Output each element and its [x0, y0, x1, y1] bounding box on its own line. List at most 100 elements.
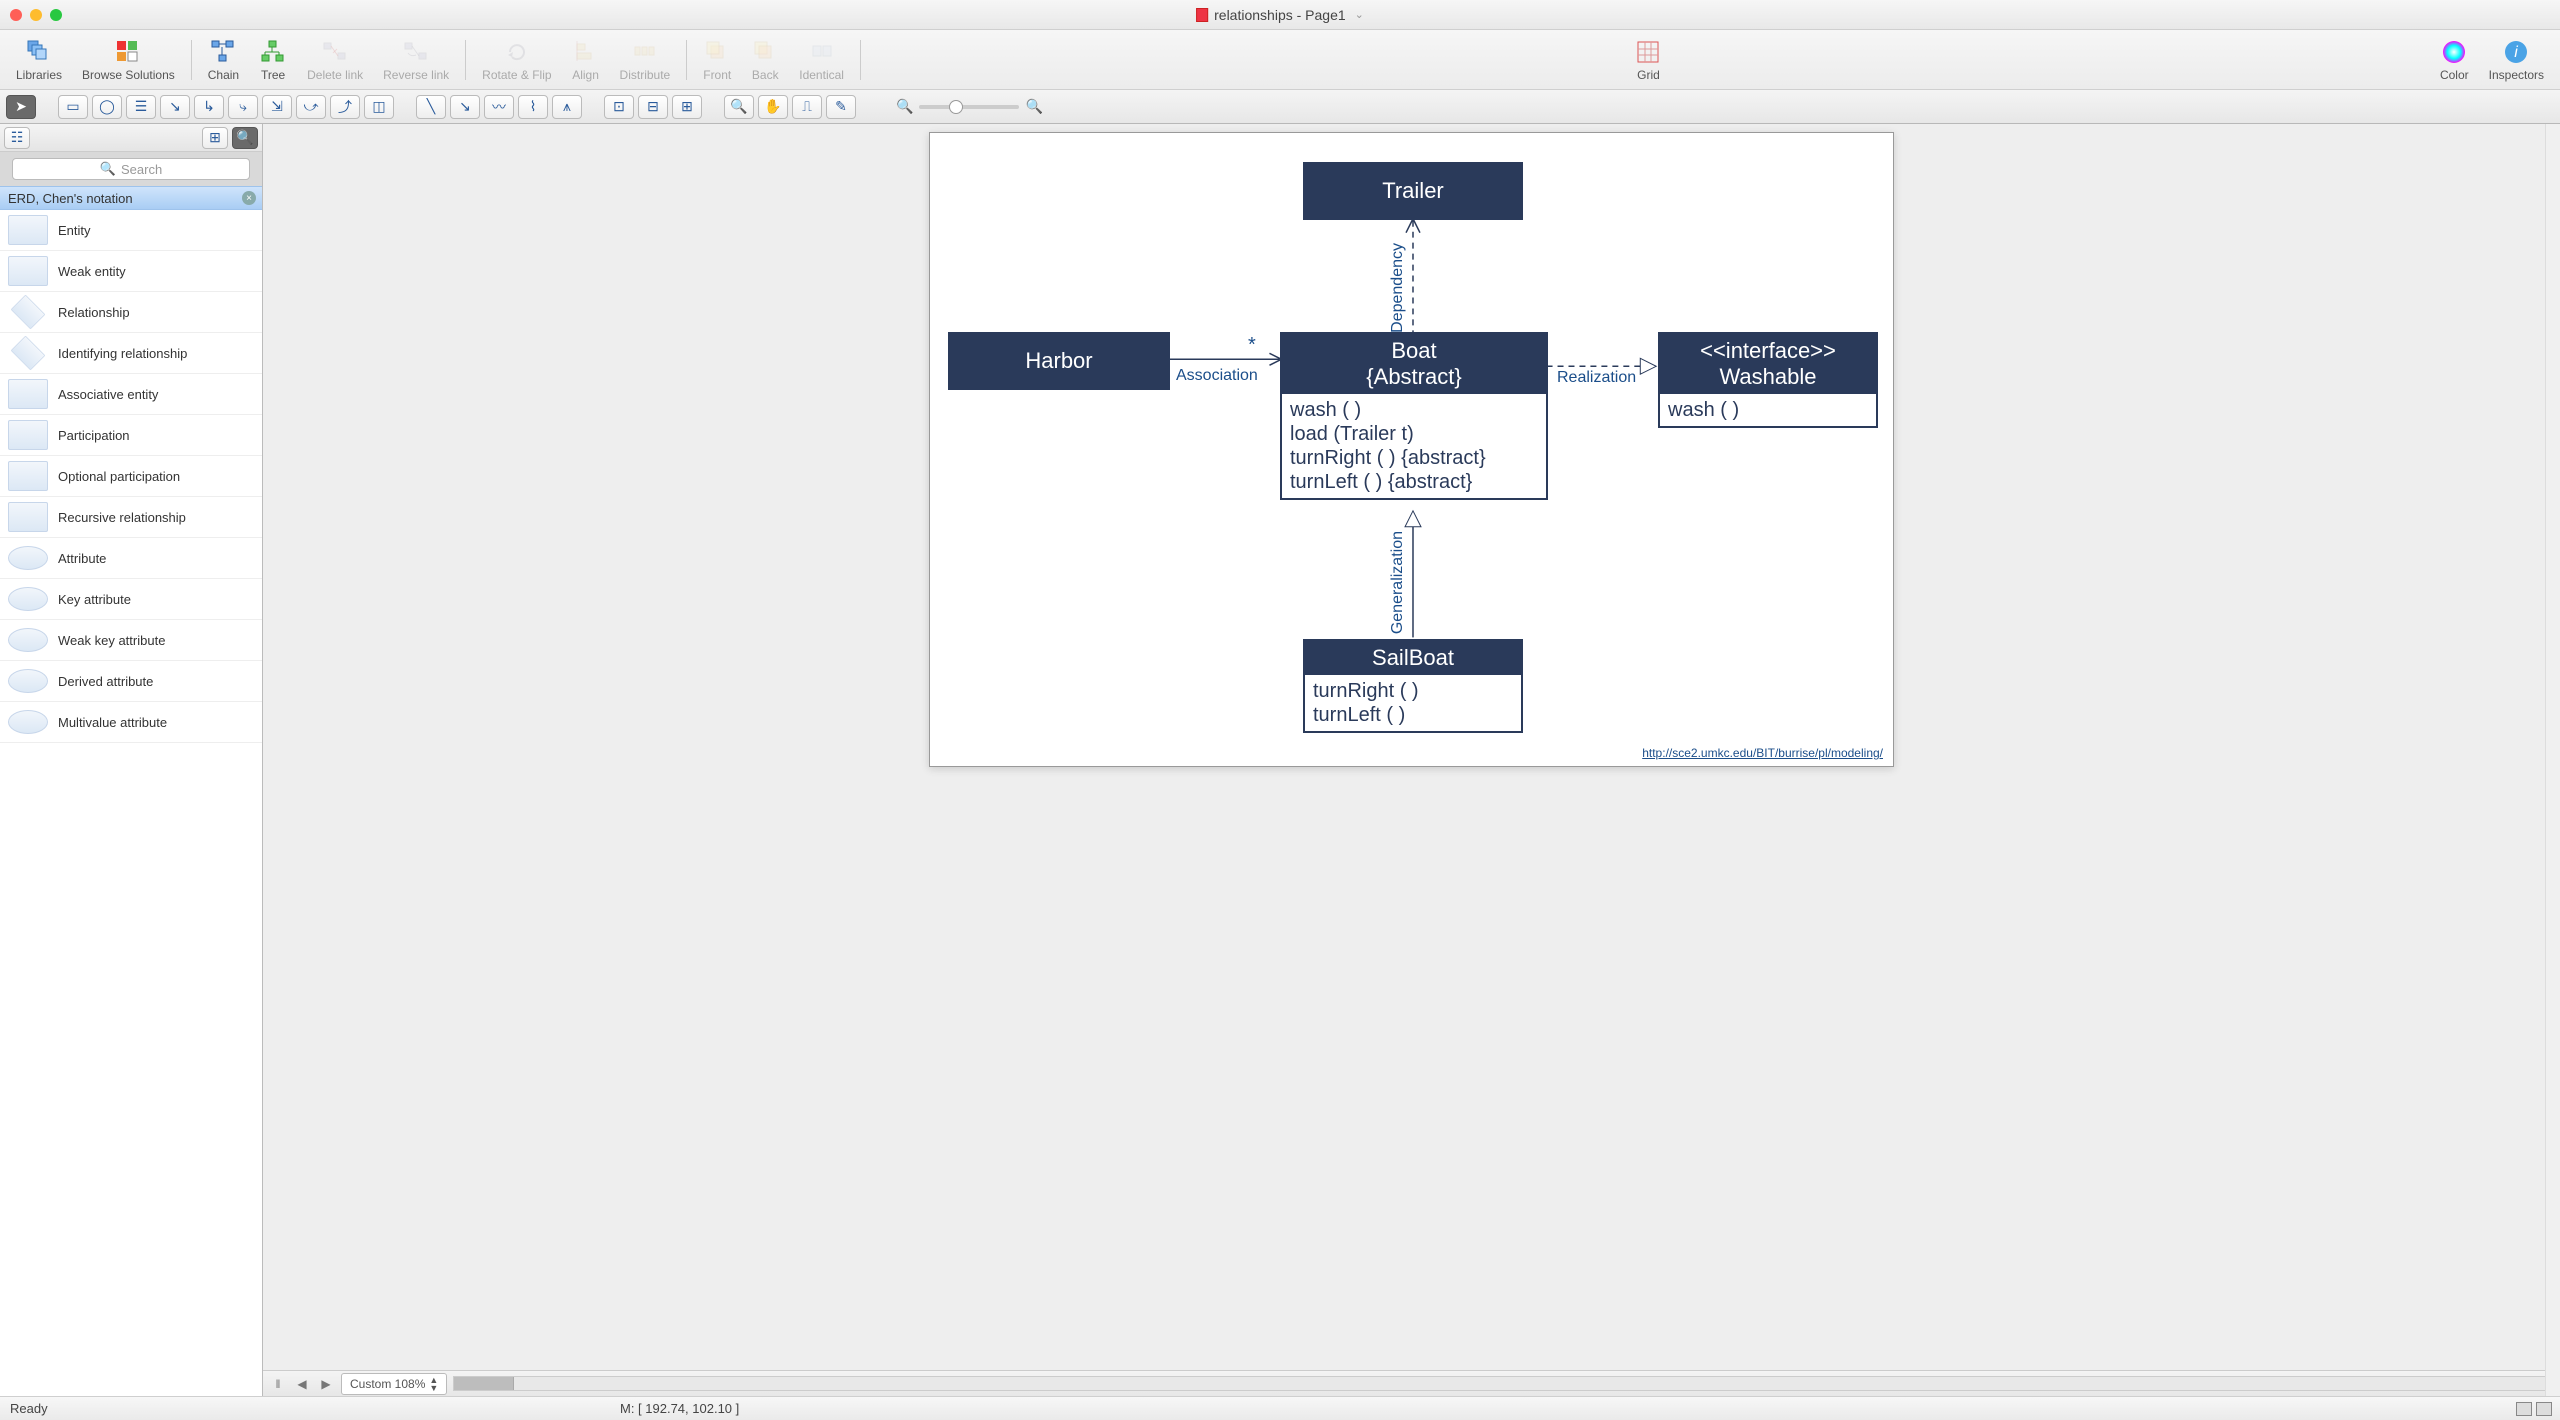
line-tool-4-button[interactable]: ⌇	[518, 95, 548, 119]
text-tool-button[interactable]: ☰	[126, 95, 156, 119]
shape-item[interactable]: Entity	[0, 210, 262, 251]
shape-item[interactable]: Recursive relationship	[0, 497, 262, 538]
status-right-icons	[2516, 1402, 2552, 1416]
back-button[interactable]: Back	[741, 36, 789, 84]
edit-tool-1-button[interactable]: ⊡	[604, 95, 634, 119]
sidebar-top-controls: ☷ ⊞ 🔍	[0, 124, 262, 152]
shape-item[interactable]: Weak key attribute	[0, 620, 262, 661]
reverse-link-button[interactable]: Reverse link	[373, 36, 459, 84]
sidebar: ☷ ⊞ 🔍 🔍 Search ERD, Chen's notation × En…	[0, 124, 263, 1396]
color-label: Color	[2440, 68, 2469, 82]
shape-label: Attribute	[58, 551, 106, 566]
connector-7-button[interactable]: ◫	[364, 95, 394, 119]
line-tool-3-button[interactable]: 〰	[484, 95, 514, 119]
zoom-slider[interactable]: 🔍 🔍	[896, 98, 1043, 115]
distribute-button[interactable]: Distribute	[610, 36, 681, 84]
connector-1-button[interactable]: ↘	[160, 95, 190, 119]
sidebar-grid-view-button[interactable]: ⊞	[202, 127, 228, 149]
color-icon	[2440, 38, 2468, 66]
shape-item[interactable]: Derived attribute	[0, 661, 262, 702]
search-placeholder: Search	[121, 162, 162, 177]
connector-4-button[interactable]: ⇲	[262, 95, 292, 119]
zoom-in-icon[interactable]: 🔍	[1025, 98, 1042, 115]
rotate-flip-button[interactable]: Rotate & Flip	[472, 36, 561, 84]
inspectors-button[interactable]: i Inspectors	[2479, 36, 2554, 84]
zoom-thumb[interactable]	[949, 100, 963, 114]
connector-3-button[interactable]: ⤷	[228, 95, 258, 119]
sailboat-op: turnRight ( )	[1313, 679, 1513, 703]
color-button[interactable]: Color	[2430, 36, 2479, 84]
edit-tool-3-button[interactable]: ⊞	[672, 95, 702, 119]
identical-button[interactable]: Identical	[789, 36, 854, 84]
browse-solutions-button[interactable]: Browse Solutions	[72, 36, 185, 84]
zoom-stepper-icon[interactable]: ▲▼	[429, 1376, 438, 1392]
close-window-button[interactable]	[10, 9, 22, 21]
chain-button[interactable]: Chain	[198, 36, 249, 84]
front-button[interactable]: Front	[693, 36, 741, 84]
window-title[interactable]: relationships - Page1 ⌄	[1196, 7, 1364, 23]
sidebar-section-close-icon[interactable]: ×	[242, 191, 256, 205]
shape-item[interactable]: Attribute	[0, 538, 262, 579]
tree-button[interactable]: Tree	[249, 36, 297, 84]
canvas-scroll[interactable]: Trailer Harbor Boat {Abstract} wash ( ) …	[263, 124, 2560, 1370]
minimize-window-button[interactable]	[30, 9, 42, 21]
pan-tool-button[interactable]: ✋	[758, 95, 788, 119]
edit-tool-2-button[interactable]: ⊟	[638, 95, 668, 119]
pointer-tool-button[interactable]: ➤	[6, 95, 36, 119]
uml-class-sailboat[interactable]: SailBoat turnRight ( ) turnLeft ( )	[1303, 639, 1523, 733]
shape-item[interactable]: Relationship	[0, 292, 262, 333]
zoom-display[interactable]: Custom 108% ▲▼	[341, 1373, 447, 1395]
delete-link-button[interactable]: Delete link	[297, 36, 373, 84]
rect-tool-button[interactable]: ▭	[58, 95, 88, 119]
sidebar-search-input[interactable]: 🔍 Search	[12, 158, 250, 180]
boat-op: wash ( )	[1290, 398, 1538, 422]
connector-6-button[interactable]: ⤴	[330, 95, 360, 119]
connector-2-button[interactable]: ↳	[194, 95, 224, 119]
shape-item[interactable]: Identifying relationship	[0, 333, 262, 374]
document-icon	[1196, 8, 1208, 22]
shape-label: Relationship	[58, 305, 130, 320]
vertical-scrollbar[interactable]	[2545, 124, 2560, 1396]
sidebar-search-toggle-button[interactable]: 🔍	[232, 127, 258, 149]
horizontal-scrollbar[interactable]	[453, 1376, 2554, 1391]
status-view-2-button[interactable]	[2536, 1402, 2552, 1416]
uml-class-harbor[interactable]: Harbor	[948, 332, 1170, 390]
shape-label: Participation	[58, 428, 130, 443]
line-tool-1-button[interactable]: ╲	[416, 95, 446, 119]
zoom-track[interactable]	[919, 105, 1019, 109]
hand-icon: ✋	[764, 98, 781, 115]
window-controls	[10, 9, 62, 21]
grid-button[interactable]: Grid	[1624, 36, 1672, 84]
shape-item[interactable]: Associative entity	[0, 374, 262, 415]
page-prev-button[interactable]: ◀	[293, 1375, 311, 1393]
eyedropper-tool-button[interactable]: ✎	[826, 95, 856, 119]
zoom-out-icon[interactable]: 🔍	[896, 98, 913, 115]
maximize-window-button[interactable]	[50, 9, 62, 21]
uml-class-trailer[interactable]: Trailer	[1303, 162, 1523, 220]
diagram-page[interactable]: Trailer Harbor Boat {Abstract} wash ( ) …	[929, 132, 1894, 767]
line-tool-2-button[interactable]: ↘	[450, 95, 480, 119]
shape-item[interactable]: Key attribute	[0, 579, 262, 620]
connector-5-button[interactable]: ⤻	[296, 95, 326, 119]
libraries-button[interactable]: Libraries	[6, 36, 72, 84]
sidebar-section-header[interactable]: ERD, Chen's notation ×	[0, 186, 262, 210]
canvas-area: Trailer Harbor Boat {Abstract} wash ( ) …	[263, 124, 2560, 1396]
page-next-button[interactable]: ▶	[317, 1375, 335, 1393]
ellipse-tool-button[interactable]: ◯	[92, 95, 122, 119]
shape-item[interactable]: Multivalue attribute	[0, 702, 262, 743]
align-button[interactable]: Align	[562, 36, 610, 84]
sidebar-list-view-button[interactable]: ☷	[4, 127, 30, 149]
page-pause-icon[interactable]: ‖	[269, 1375, 287, 1393]
zoom-tool-button[interactable]: 🔍	[724, 95, 754, 119]
shape-item[interactable]: Participation	[0, 415, 262, 456]
line-tool-5-button[interactable]: ⩚	[552, 95, 582, 119]
stamp-tool-button[interactable]: ⎍	[792, 95, 822, 119]
source-url[interactable]: http://sce2.umkc.edu/BIT/burrise/pl/mode…	[1642, 746, 1883, 760]
status-view-1-button[interactable]	[2516, 1402, 2532, 1416]
connector-3-icon: ⤷	[239, 98, 247, 115]
washable-op: wash ( )	[1668, 398, 1868, 422]
uml-class-boat[interactable]: Boat {Abstract} wash ( ) load (Trailer t…	[1280, 332, 1548, 500]
shape-item[interactable]: Weak entity	[0, 251, 262, 292]
uml-interface-washable[interactable]: <<interface>> Washable wash ( )	[1658, 332, 1878, 428]
shape-item[interactable]: Optional participation	[0, 456, 262, 497]
